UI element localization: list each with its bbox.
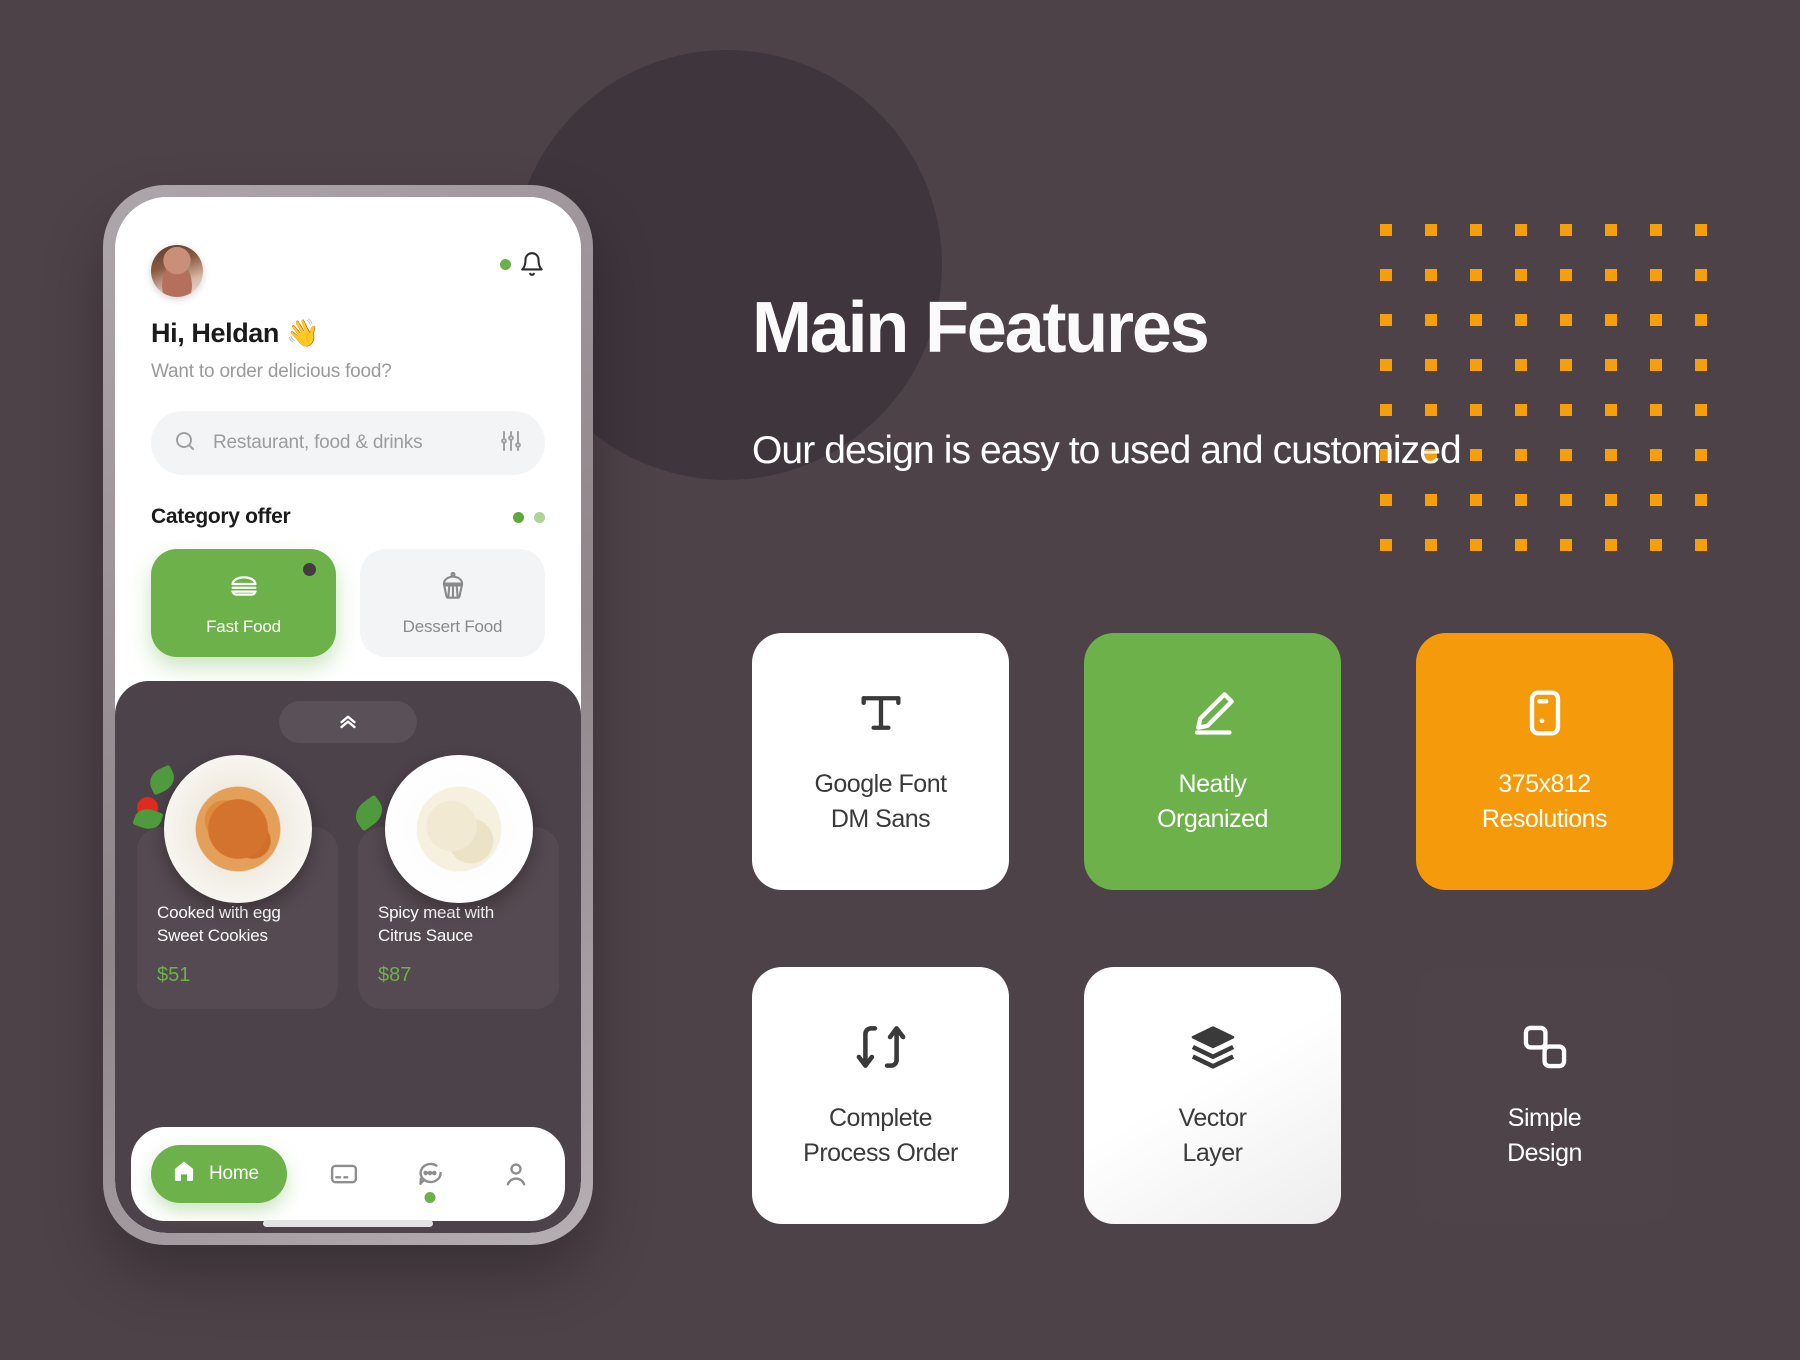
feature-card-label-line2: Layer [1182,1138,1243,1167]
tortellini-bowl-photo [384,755,533,903]
food-price: $87 [378,963,412,986]
sliders-icon[interactable] [499,429,523,458]
feature-card-face[interactable]: Vector Layer [1084,967,1341,1224]
pagination-dot-inactive[interactable] [534,511,545,523]
search-input[interactable]: Restaurant, food & drinks [213,432,483,454]
greeting-title: Hi, Heldan 👋 [151,317,545,349]
feature-card[interactable]: Neatly Organized [1084,633,1341,890]
layers-icon [1187,1021,1239,1073]
feature-card[interactable]: Vector Layer [1084,967,1341,1224]
transfer-arrows-icon [855,1021,907,1073]
feature-card[interactable]: 375x812 Resolutions [1416,633,1673,890]
category-selected-badge [303,563,316,576]
feature-card-face[interactable]: 375x812 Resolutions [1416,633,1673,890]
feature-card-label: Vector Layer [1179,1101,1247,1170]
mint-leaf-decoration [349,794,389,832]
feature-card-label-line2: Organized [1157,804,1268,833]
food-name: Cooked with egg Sweet Cookies [157,901,318,948]
category-title: Category offer [151,505,291,528]
greeting-text: Hi, Heldan [151,317,280,348]
search-bar[interactable]: Restaurant, food & drinks [151,411,545,475]
feature-card-label-line1: Google Font [814,770,947,798]
nav-label-home: Home [209,1163,259,1184]
category-label: Fast Food [206,616,281,636]
nav-item-chat[interactable] [401,1159,459,1203]
feature-card[interactable]: Complete Process Order [752,967,1009,1224]
feature-card-label-line1: Simple [1507,1104,1582,1132]
food-name-line2: Citrus Sauce [378,926,473,946]
feature-card-label: Simple Design [1507,1101,1582,1170]
home-indicator-bar [263,1220,433,1227]
features-section: Main Features Our design is easy to used… [752,0,1752,1360]
pagination-dot-active[interactable] [513,511,524,523]
feature-card-face[interactable]: Google Font DM Sans [752,633,1009,890]
pull-up-handle[interactable] [279,701,417,743]
bottom-navigation-bar: Home [131,1127,565,1227]
phone-food-panel: Cooked with egg Sweet Cookies $51 Spicy … [115,681,581,1233]
feature-card-label-line1: Neatly [1178,770,1247,798]
page-title: Main Features [752,288,1210,368]
category-card-fast-food[interactable]: Fast Food [151,549,336,657]
feature-card[interactable]: Simple Design [1416,967,1673,1224]
food-price: $51 [157,963,191,986]
feature-card-face[interactable]: Neatly Organized [1084,633,1341,890]
nav-item-profile[interactable] [487,1159,545,1189]
feature-card-face[interactable]: Simple Design [1416,967,1673,1224]
cupcake-icon [437,570,469,607]
feature-card-label: 375x812 Resolutions [1481,767,1608,836]
page-subtitle: Our design is easy to used and customize… [752,429,1462,472]
feature-card-label-line2: DM Sans [830,804,931,833]
phone-screen: Hi, Heldan 👋 Want to order delicious foo… [115,197,581,1233]
category-pagination-dots[interactable] [513,511,545,523]
feature-card[interactable]: Google Font DM Sans [752,633,1009,890]
pasta-bowl-photo [163,755,312,903]
feature-card-label-line1: Vector [1178,1104,1247,1132]
bell-icon[interactable] [519,251,545,277]
phone-mockup: Hi, Heldan 👋 Want to order delicious foo… [103,185,593,1245]
avatar[interactable] [151,245,203,297]
search-icon [173,429,197,458]
chevrons-up-icon [335,707,361,738]
food-card-list: Cooked with egg Sweet Cookies $51 Spicy … [132,755,563,1009]
category-header: Category offer [151,505,545,529]
nav-item-card[interactable] [315,1159,373,1189]
food-name: Spicy meat with Citrus Sauce [378,901,539,948]
feature-card-label: Neatly Organized [1157,767,1268,836]
pencil-edit-icon [1187,687,1239,739]
notification-status-dot [500,258,511,270]
home-icon [171,1158,197,1190]
feature-card-label: Complete Process Order [803,1101,958,1170]
copy-shapes-icon [1519,1021,1571,1073]
mobile-device-icon [1519,687,1571,739]
category-label: Dessert Food [402,616,503,636]
burger-icon [228,570,260,607]
category-card-dessert-food[interactable]: Dessert Food [360,549,545,657]
food-name-line1: Spicy meat with [378,903,495,922]
feature-card-label-line2: Resolutions [1481,804,1608,833]
feature-card-label: Google Font DM Sans [814,767,947,836]
feature-card-face[interactable]: Complete Process Order [752,967,1009,1224]
greeting-subtitle: Want to order delicious food? [151,361,392,382]
food-name-line1: Cooked with egg [157,903,281,922]
feature-card-label-line1: 375x812 [1498,770,1591,798]
feature-card-grid: Google Font DM Sans Neatly Organized 375x812… [752,633,1673,1224]
category-card-list: Fast Food Dessert Food [151,549,545,657]
chat-unread-dot [424,1192,436,1203]
waving-hand-emoji: 👋 [286,318,320,348]
feature-card-label-line2: Design [1507,1138,1582,1167]
feature-card-label-line2: Process Order [803,1138,958,1167]
feature-card-label-line1: Complete [828,1104,933,1132]
phone-header: Hi, Heldan 👋 Want to order delicious foo… [115,197,581,657]
text-type-icon [855,687,907,739]
food-card[interactable]: Spicy meat with Citrus Sauce $87 [349,755,559,1009]
food-name-line2: Sweet Cookies [157,926,268,946]
food-card[interactable]: Cooked with egg Sweet Cookies $51 [132,755,338,1009]
nav-item-home[interactable]: Home [151,1145,287,1203]
